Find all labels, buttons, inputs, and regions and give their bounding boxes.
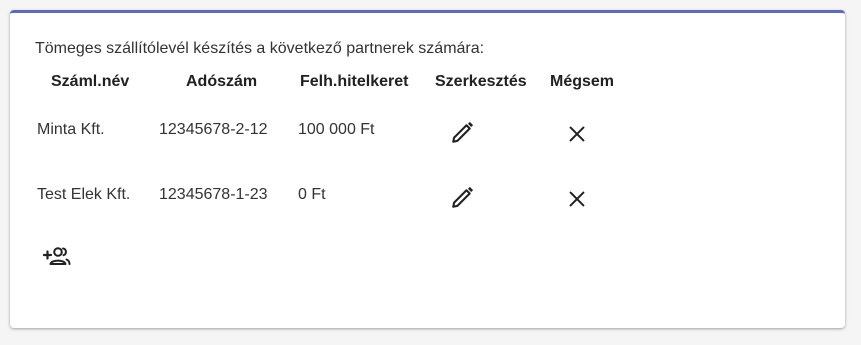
row-tax-number: 12345678-1-23: [159, 186, 268, 203]
row-tax-number: 12345678-2-12: [159, 121, 268, 138]
intro-text: Tömeges szállítólevél készítés a követke…: [35, 40, 485, 57]
column-header-credit-limit: Felh.hitelkeret: [300, 73, 409, 90]
row-credit-limit: 0 Ft: [298, 186, 326, 203]
column-header-name: Száml.név: [51, 73, 130, 90]
column-header-cancel: Mégsem: [550, 73, 615, 90]
add-partner-button[interactable]: [41, 240, 73, 272]
column-header-tax-number: Adószám: [186, 73, 258, 90]
column-header-edit: Szerkesztés: [435, 73, 527, 90]
edit-button[interactable]: [447, 181, 479, 213]
edit-button[interactable]: [447, 116, 479, 148]
pencil-icon: [452, 186, 474, 208]
close-icon: [569, 126, 585, 142]
partner-card: Tömeges szállítólevél készítés a követke…: [10, 10, 845, 328]
close-icon: [569, 191, 585, 207]
cancel-button[interactable]: [561, 183, 593, 215]
row-name: Test Elek Kft.: [37, 186, 131, 203]
add-partner-icon: [42, 247, 71, 265]
cancel-button[interactable]: [561, 118, 593, 150]
pencil-icon: [452, 121, 474, 143]
row-credit-limit: 100 000 Ft: [298, 121, 375, 138]
row-name: Minta Kft.: [37, 121, 105, 138]
